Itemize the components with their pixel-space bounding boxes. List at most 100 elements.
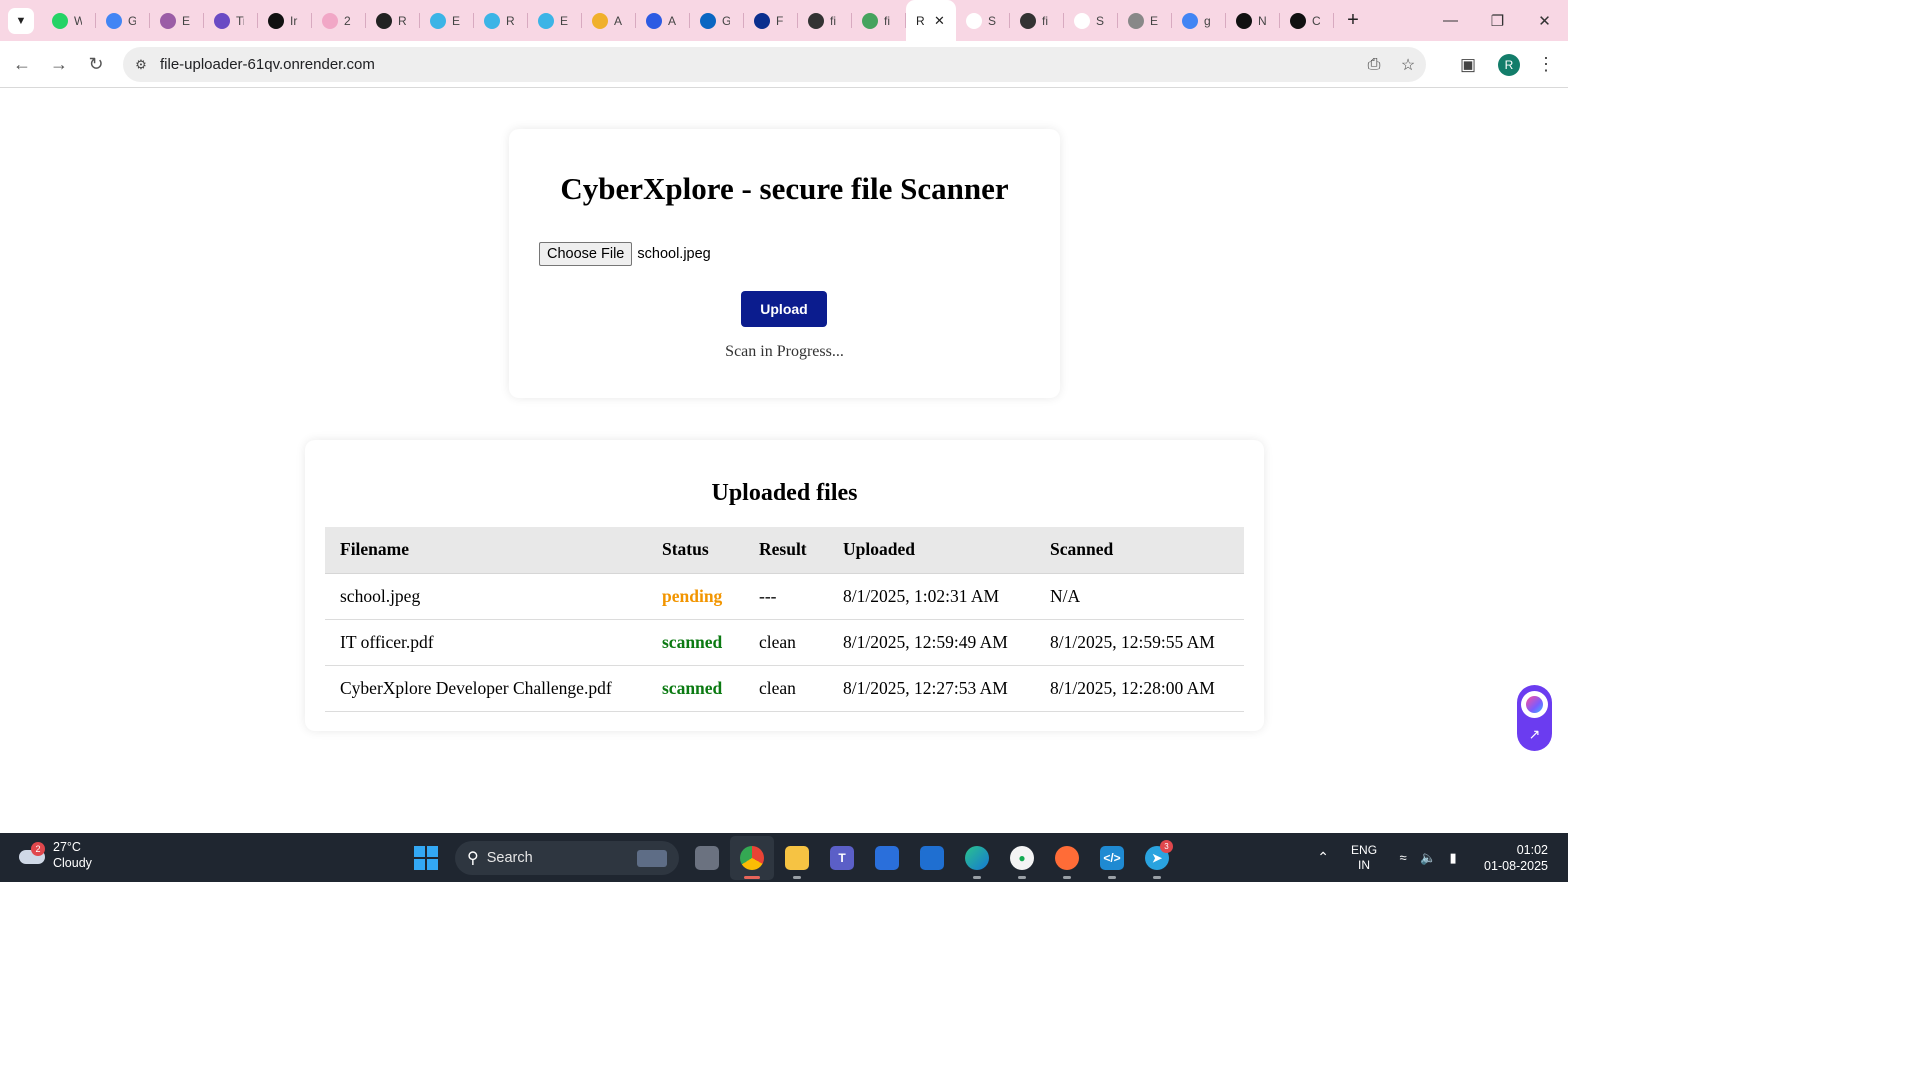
link-icon — [966, 12, 982, 29]
browser-tab[interactable]: G — [690, 0, 744, 41]
browser-tab[interactable]: E — [1118, 0, 1172, 41]
close-tab-icon[interactable]: ✕ — [934, 13, 945, 29]
cell-uploaded: 8/1/2025, 12:59:49 AM — [828, 619, 1035, 666]
browser-tab[interactable]: A — [636, 0, 690, 41]
tab-title: W — [74, 13, 82, 28]
taskbar-edge[interactable] — [955, 836, 999, 880]
tab-search-button[interactable]: ▼ — [8, 7, 34, 34]
react-icon — [376, 12, 392, 29]
minimize-button[interactable]: — — [1427, 0, 1474, 41]
browser-tab[interactable]: A — [582, 0, 636, 41]
table-row: IT officer.pdf scanned clean 8/1/2025, 1… — [325, 619, 1244, 666]
browser-tab[interactable]: 2 — [312, 0, 366, 41]
cell-filename: CyberXplore Developer Challenge.pdf — [325, 665, 647, 712]
chart-edit-icon[interactable]: ↗ — [1524, 723, 1546, 745]
address-bar[interactable]: ⚙ file-uploader-61qv.onrender.com ⎙ ☆ — [123, 47, 1426, 82]
bookmark-star-icon[interactable]: ☆ — [1398, 55, 1418, 75]
assistant-orb-icon[interactable] — [1521, 690, 1548, 718]
taskbar-postman[interactable] — [1045, 836, 1089, 880]
files-table: Filename Status Result Uploaded Scanned … — [325, 527, 1244, 712]
google-maps-icon — [106, 12, 122, 29]
column-header-status: Status — [647, 527, 744, 574]
extensions-button[interactable]: ▣ — [1450, 47, 1486, 83]
wifi-icon[interactable]: ≈ — [1395, 850, 1411, 865]
browser-toolbar: ← → ↻ ⚙ file-uploader-61qv.onrender.com … — [0, 41, 1568, 88]
browser-menu-button[interactable]: ⋮ — [1534, 47, 1558, 83]
browser-tab[interactable]: Ti — [204, 0, 258, 41]
tab-title: fi — [830, 13, 836, 28]
search-highlight-icon — [637, 849, 667, 867]
reload-icon: ↻ — [88, 53, 104, 74]
site-info-icon[interactable]: ⚙ — [128, 52, 154, 78]
browser-tab[interactable]: E — [420, 0, 474, 41]
close-window-button[interactable]: ✕ — [1521, 0, 1568, 41]
url-text[interactable]: file-uploader-61qv.onrender.com — [160, 56, 375, 73]
language-code: ENG — [1351, 842, 1378, 857]
tab-title: 2 — [344, 13, 351, 28]
link-icon — [1074, 12, 1090, 29]
tab-title: A — [614, 13, 622, 28]
browser-tab[interactable]: E — [528, 0, 582, 41]
new-tab-button[interactable]: + — [1338, 6, 1368, 36]
upload-button[interactable]: Upload — [741, 291, 827, 327]
table-header-row: Filename Status Result Uploaded Scanned — [325, 527, 1244, 574]
target-icon — [214, 12, 230, 29]
browser-tab[interactable]: G — [96, 0, 150, 41]
teams-icon: T — [830, 845, 854, 870]
browser-tab[interactable]: N — [1226, 0, 1280, 41]
cloud-icon — [538, 12, 554, 29]
back-button[interactable]: ← — [4, 46, 40, 82]
browser-tab[interactable]: El — [150, 0, 204, 41]
tab-title: S — [988, 13, 996, 28]
browser-tab[interactable]: S — [956, 0, 1010, 41]
install-app-icon[interactable]: ⎙ — [1364, 55, 1384, 75]
browser-tab[interactable]: R — [366, 0, 420, 41]
taskbar-file-explorer[interactable] — [775, 836, 819, 880]
taskbar-vscode[interactable]: </> — [1090, 836, 1134, 880]
profile-avatar[interactable]: R — [1498, 53, 1520, 76]
language-indicator[interactable]: ENG IN — [1351, 843, 1377, 873]
minimize-icon: — — [1443, 12, 1458, 29]
puzzle-icon: ▣ — [1459, 54, 1477, 74]
cloud-icon — [430, 12, 446, 29]
taskbar-store[interactable] — [865, 836, 909, 880]
browser-tab[interactable]: fi — [1010, 0, 1064, 41]
browser-tab[interactable]: fi — [798, 0, 852, 41]
browser-tab[interactable]: S — [1064, 0, 1118, 41]
choose-file-button[interactable]: Choose File — [539, 242, 633, 266]
taskbar-teams[interactable]: T — [820, 836, 864, 880]
weather-widget[interactable]: 2 27°C Cloudy — [17, 839, 92, 871]
browser-tab[interactable]: C — [1280, 0, 1334, 41]
taskbar-mongodb-compass[interactable]: ● — [1000, 836, 1044, 880]
browser-tab[interactable]: F — [744, 0, 798, 41]
page-title: CyberXplore - secure file Scanner — [560, 171, 1009, 206]
store-icon — [875, 845, 899, 870]
browser-tab[interactable]: R ✕ — [906, 0, 956, 41]
postman-icon — [1055, 845, 1079, 870]
taskbar-chrome[interactable] — [730, 835, 774, 880]
battery-icon[interactable]: ▮ — [1445, 850, 1461, 866]
tab-title: F — [776, 13, 784, 28]
chevron-up-icon[interactable]: ⌃ — [1317, 849, 1329, 866]
forward-button[interactable]: → — [41, 46, 77, 82]
browser-tab[interactable]: g — [1172, 0, 1226, 41]
start-button[interactable] — [404, 836, 448, 880]
task-view-button[interactable] — [685, 836, 729, 880]
temperature-text: 27°C — [53, 840, 81, 854]
volume-icon[interactable]: 🔈 — [1420, 850, 1436, 866]
taskbar-telegram[interactable]: ➤ 3 — [1135, 836, 1179, 880]
vscode-icon: </> — [1100, 845, 1124, 870]
reload-button[interactable]: ↻ — [78, 46, 114, 82]
browser-tab[interactable]: R — [474, 0, 528, 41]
spark-icon — [322, 12, 338, 29]
browser-tab[interactable]: W — [42, 0, 96, 41]
linkedin-icon — [700, 12, 716, 29]
github-icon — [808, 12, 824, 29]
browser-tab[interactable]: fi — [852, 0, 906, 41]
tab-title: Ir — [290, 13, 298, 28]
clock[interactable]: 01:02 01-08-2025 — [1484, 842, 1548, 874]
restore-button[interactable]: ❐ — [1474, 0, 1521, 41]
taskbar-search[interactable]: ⚲ Search — [455, 840, 679, 875]
browser-tab[interactable]: Ir — [258, 0, 312, 41]
taskbar-remote-app[interactable] — [910, 836, 954, 880]
